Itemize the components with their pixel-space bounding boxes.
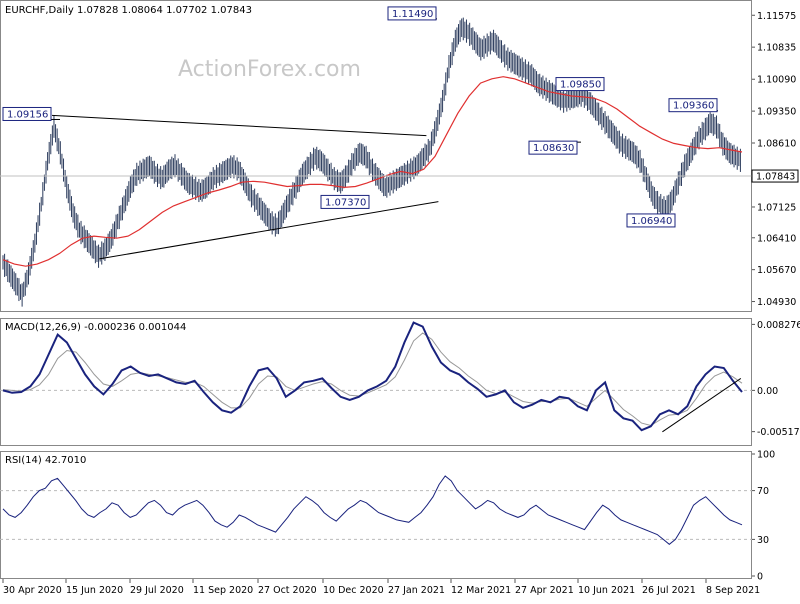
x-tick-label: 10 Jun 2021	[578, 585, 635, 596]
chart-window: ActionForex.com EURCHF,Daily 1.07828 1.0…	[0, 0, 800, 600]
price-y-axis: 1.11575 1.10835 1.10090 1.09350 1.08610 1.078…	[751, 11, 799, 308]
price-tick-label: 1.11575	[757, 11, 796, 22]
price-tick-label: 1.06410	[757, 233, 796, 244]
annotation-label: 1.08630	[533, 143, 574, 154]
macd-header: MACD(12,26,9) -0.000236 0.001044	[5, 322, 186, 333]
x-tick-label: 11 Sep 2020	[193, 585, 253, 596]
macd-tick-label: -0.005174	[757, 427, 800, 438]
price-header: EURCHF,Daily 1.07828 1.08064 1.07702 1.0…	[5, 5, 252, 16]
price-tick-label: 1.07125	[757, 202, 796, 213]
price-tick-label: 1.05670	[757, 265, 796, 276]
rsi-tick-label: 100	[757, 450, 775, 461]
rsi-tick-label: 30	[757, 535, 769, 546]
x-tick-label: 8 Sep 2021	[706, 585, 760, 596]
annotation-label: 1.06940	[631, 216, 672, 227]
annotation-label: 1.11490	[392, 9, 433, 20]
x-tick-label: 26 Jul 2021	[642, 585, 696, 596]
chart-svg: ActionForex.com EURCHF,Daily 1.07828 1.0…	[0, 0, 800, 596]
annotation-label: 1.09156	[7, 109, 48, 120]
rsi-tick-label: 0	[757, 572, 763, 583]
x-tick-label: 27 Oct 2020	[258, 585, 317, 596]
price-tick-label: 1.10835	[757, 43, 796, 54]
x-tick-label: 29 Jul 2020	[130, 585, 184, 596]
x-tick-label: 15 Jun 2020	[66, 585, 123, 596]
x-axis: 30 Apr 2020 15 Jun 2020 29 Jul 2020 11 Sep …	[2, 579, 760, 596]
macd-y-axis: 0.008276 0.00 -0.005174	[752, 320, 800, 438]
macd-tick-label: 0.008276	[757, 320, 800, 331]
price-tick-label: 1.09350	[757, 107, 796, 118]
annotation-label: 1.07370	[325, 197, 366, 208]
rsi-header: RSI(14) 42.7010	[5, 455, 86, 466]
x-tick-label: 27 Apr 2021	[515, 585, 574, 596]
macd-tick-label: 0.00	[757, 386, 778, 397]
annotation-label: 1.09850	[560, 80, 601, 91]
x-tick-label: 27 Jan 2021	[388, 585, 445, 596]
x-tick-label: 12 Mar 2021	[451, 585, 511, 596]
price-tick-label: 1.08610	[757, 138, 796, 149]
x-tick-label: 10 Dec 2020	[323, 585, 384, 596]
watermark: ActionForex.com	[178, 57, 361, 82]
rsi-tick-label: 70	[757, 486, 769, 497]
rsi-y-axis: 100 70 30 0	[752, 450, 775, 583]
annotation-label: 1.09360	[673, 101, 714, 112]
rsi-panel	[0, 451, 752, 579]
x-tick-label: 30 Apr 2020	[3, 585, 62, 596]
price-tick-label: 1.04930	[757, 297, 796, 308]
price-tick-label: 1.10090	[757, 75, 796, 86]
current-price-label: 1.07843	[756, 172, 795, 183]
